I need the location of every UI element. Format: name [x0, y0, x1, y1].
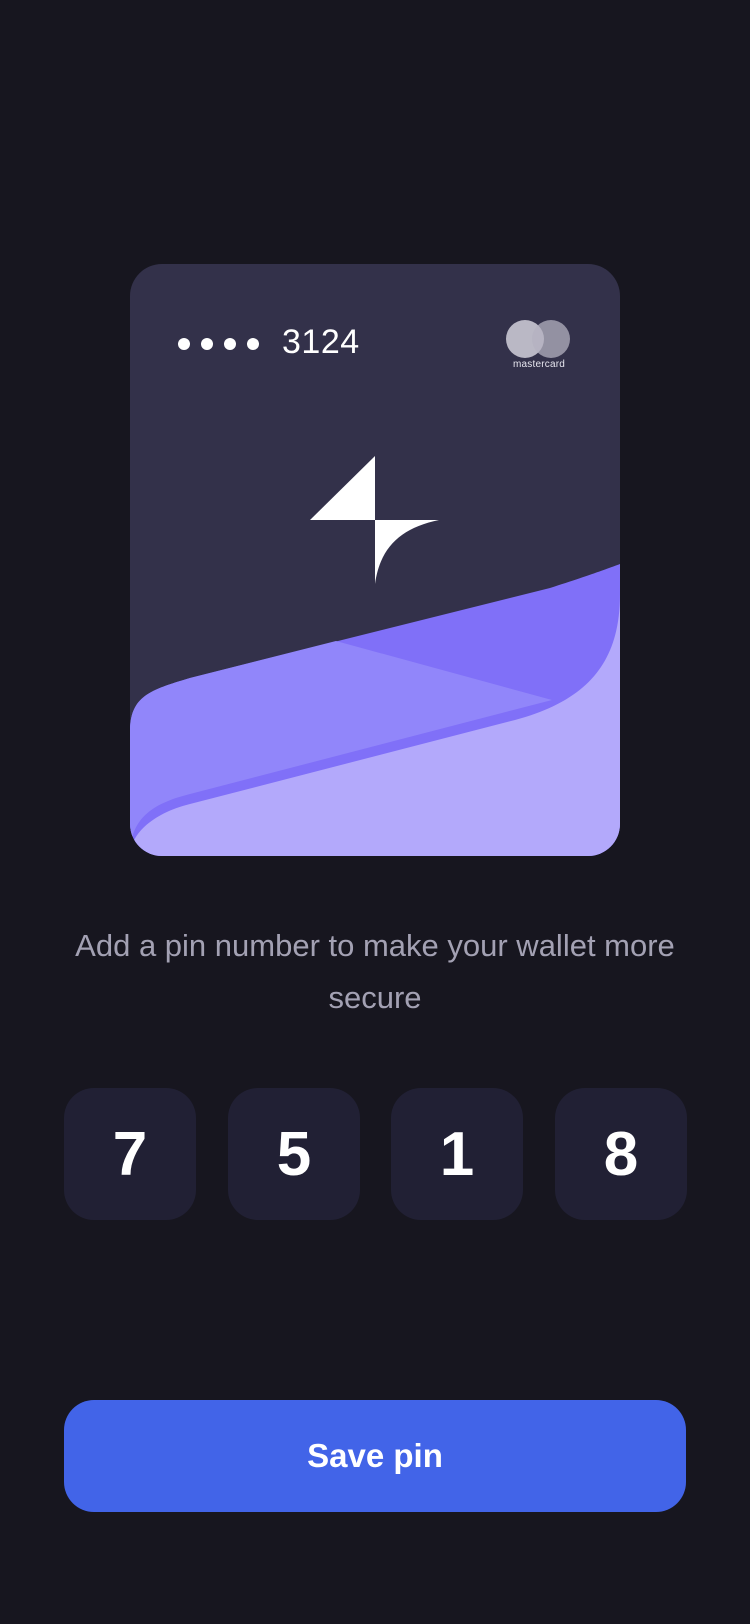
mastercard-right-circle: [532, 320, 570, 358]
mask-dot: [224, 338, 236, 350]
pin-digit-box-2[interactable]: 5: [228, 1088, 360, 1220]
pin-digit-box-3[interactable]: 1: [391, 1088, 523, 1220]
pin-digit-box-1[interactable]: 7: [64, 1088, 196, 1220]
mask-dot: [178, 338, 190, 350]
pin-input-row: 7 5 1 8: [64, 1088, 687, 1220]
mastercard-wordmark: mastercard: [512, 359, 565, 370]
save-pin-button[interactable]: Save pin: [64, 1400, 686, 1512]
masked-card-digits: [178, 338, 259, 350]
pin-instruction-text: Add a pin number to make your wallet mor…: [75, 928, 675, 1015]
mask-dot: [201, 338, 213, 350]
pin-digit-box-4[interactable]: 8: [555, 1088, 687, 1220]
sparkle-star-icon: [310, 456, 439, 584]
mastercard-logo: mastercard: [506, 320, 572, 372]
mask-dot: [247, 338, 259, 350]
card-last-four: 3124: [282, 323, 360, 361]
wallet-card: 3124 mastercard: [130, 264, 620, 856]
